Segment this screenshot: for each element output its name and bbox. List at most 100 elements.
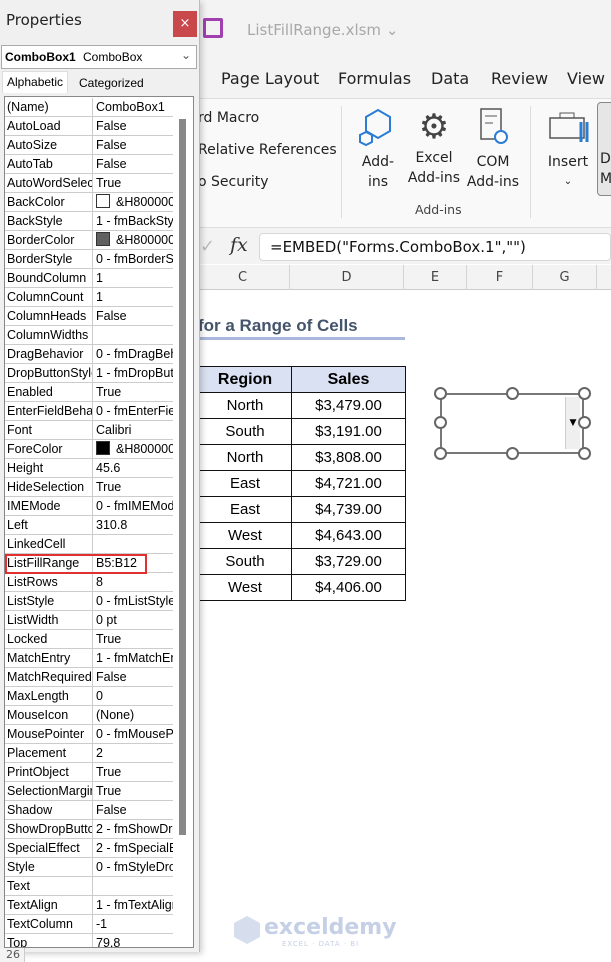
resize-handle[interactable] <box>434 416 447 429</box>
region-cell[interactable]: West <box>198 574 292 601</box>
property-value[interactable]: 1 - fmTextAlignLeft <box>94 896 173 915</box>
property-value[interactable]: &H80000008& <box>94 440 173 459</box>
property-row[interactable]: Height 45.6 <box>5 459 173 478</box>
insert-button[interactable]: Insert ⌄ <box>545 106 591 192</box>
property-row[interactable]: Style0 - fmStyleDropDownCombo <box>5 858 173 877</box>
property-value[interactable]: 1 <box>94 269 173 288</box>
property-row[interactable]: DropButtonStyle1 - fmDropButton <box>5 364 173 383</box>
property-row[interactable]: ListStyle0 - fmListStylePlain <box>5 592 173 611</box>
property-row[interactable]: ColumnWidths <box>5 326 173 345</box>
property-value[interactable]: True <box>94 174 173 193</box>
column-header-f[interactable]: F <box>467 265 533 290</box>
property-value[interactable] <box>94 877 173 896</box>
tab-review[interactable]: Review <box>491 69 548 88</box>
column-header-d[interactable]: D <box>290 265 404 290</box>
property-row[interactable]: BackColor&H80000005& <box>5 193 173 212</box>
property-value[interactable] <box>94 326 173 345</box>
property-row[interactable]: MatchEntry1 - fmMatchEntryComplete <box>5 649 173 668</box>
property-value[interactable]: -1 <box>94 915 173 934</box>
property-row[interactable]: ForeColor&H80000008& <box>5 440 173 459</box>
property-row[interactable]: LinkedCell <box>5 535 173 554</box>
region-cell[interactable]: South <box>198 548 292 575</box>
property-row[interactable]: BoundColumn 1 <box>5 269 173 288</box>
property-row[interactable]: Top 79.8 <box>5 934 173 947</box>
property-value[interactable]: 2 - fmShowDropButtonWhenAlways <box>94 820 173 839</box>
resize-handle[interactable] <box>434 387 447 400</box>
region-cell[interactable]: East <box>198 496 292 523</box>
property-value[interactable]: 8 <box>94 573 173 592</box>
property-value[interactable]: True <box>94 782 173 801</box>
property-value[interactable]: 0 <box>94 687 173 706</box>
object-selector[interactable]: ComboBox1 ComboBox ⌄ <box>1 45 197 69</box>
formula-input[interactable]: =EMBED("Forms.ComboBox.1","") <box>259 233 611 261</box>
property-value[interactable]: 0 - fmEnterField <box>94 402 173 421</box>
property-value[interactable]: (None) <box>94 706 173 725</box>
region-cell[interactable]: East <box>198 470 292 497</box>
property-row[interactable]: MaxLength 0 <box>5 687 173 706</box>
property-value[interactable]: 0 - fmStyleDropDownCombo <box>94 858 173 877</box>
property-value[interactable]: 1 - fmDropButton <box>94 364 173 383</box>
sales-cell[interactable]: $3,808.00 <box>291 444 406 471</box>
property-value[interactable]: 1 - fmBackStyleOpaque <box>94 212 173 231</box>
property-value[interactable]: 2 <box>94 744 173 763</box>
property-row[interactable]: ShowDropButtonWhen2 - fmShowDropButtonWh… <box>5 820 173 839</box>
fx-icon[interactable]: fx <box>230 234 248 256</box>
property-value[interactable]: True <box>94 763 173 782</box>
property-value[interactable]: 0 - fmMousePointerDefault <box>94 725 173 744</box>
property-value[interactable]: 310.8 <box>94 516 173 535</box>
sales-cell[interactable]: $3,479.00 <box>291 392 406 419</box>
tab-view[interactable]: View <box>567 69 605 88</box>
header-region[interactable]: Region <box>198 366 292 393</box>
property-row[interactable]: Locked True <box>5 630 173 649</box>
sales-cell[interactable]: $4,643.00 <box>291 522 406 549</box>
property-row[interactable]: Placement 2 <box>5 744 173 763</box>
macro-security-button[interactable]: o Security <box>198 174 269 190</box>
column-header-c[interactable]: C <box>196 265 290 290</box>
property-row[interactable]: ColumnCount 1 <box>5 288 173 307</box>
property-row[interactable]: ListRows 8 <box>5 573 173 592</box>
tab-categorized[interactable]: Categorized <box>75 73 148 95</box>
property-value[interactable]: False <box>94 307 173 326</box>
sales-cell[interactable]: $4,406.00 <box>291 574 406 601</box>
excel-addins-button[interactable]: ⚙ Excel Add-ins <box>406 106 462 188</box>
tab-data[interactable]: Data <box>431 69 469 88</box>
property-value[interactable]: 2 - fmSpecialEffectSunken <box>94 839 173 858</box>
property-row[interactable]: MatchRequired False <box>5 668 173 687</box>
close-button[interactable]: × <box>173 11 197 37</box>
property-value[interactable]: &H80000006& <box>94 231 173 250</box>
file-name[interactable]: ListFillRange.xlsm ⌄ <box>247 21 398 39</box>
property-row[interactable]: Enabled True <box>5 383 173 402</box>
property-row[interactable]: TextAlign1 - fmTextAlignLeft <box>5 896 173 915</box>
save-icon[interactable] <box>203 18 223 38</box>
property-row[interactable]: Font Calibri <box>5 421 173 440</box>
property-value[interactable]: 1 - fmMatchEntryComplete <box>94 649 173 668</box>
property-value[interactable]: False <box>94 155 173 174</box>
property-row[interactable]: Shadow False <box>5 801 173 820</box>
column-header-g[interactable]: G <box>533 265 597 290</box>
property-value[interactable]: False <box>94 117 173 136</box>
property-value[interactable]: False <box>94 801 173 820</box>
resize-handle[interactable] <box>578 387 591 400</box>
tab-page-layout[interactable]: Page Layout <box>221 69 319 88</box>
region-cell[interactable]: West <box>198 522 292 549</box>
property-row[interactable]: Left 310.8 <box>5 516 173 535</box>
property-value[interactable]: &H80000005& <box>94 193 173 212</box>
sales-cell[interactable]: $4,739.00 <box>291 496 406 523</box>
property-row[interactable]: DragBehavior0 - fmDragBehavior <box>5 345 173 364</box>
property-value[interactable]: True <box>94 630 173 649</box>
record-macro-button[interactable]: rd Macro <box>198 110 259 126</box>
property-value[interactable]: True <box>94 383 173 402</box>
property-row[interactable]: (Name) ComboBox1 <box>5 98 173 117</box>
property-row[interactable]: AutoLoad False <box>5 117 173 136</box>
property-value[interactable]: 0 - fmListStylePlain <box>94 592 173 611</box>
property-value[interactable]: 45.6 <box>94 459 173 478</box>
property-row[interactable]: MouseIcon (None) <box>5 706 173 725</box>
property-value[interactable] <box>94 535 173 554</box>
property-row[interactable]: SelectionMargin True <box>5 782 173 801</box>
property-row[interactable]: IMEMode0 - fmIMEModeNoControl <box>5 497 173 516</box>
property-value[interactable]: 0 - fmBorderStyleNone <box>94 250 173 269</box>
scrollbar[interactable] <box>179 119 186 835</box>
enter-check-icon[interactable]: ✓ <box>200 236 215 257</box>
property-row[interactable]: AutoSize False <box>5 136 173 155</box>
property-row[interactable]: SpecialEffect2 - fmSpecialEffectSunken <box>5 839 173 858</box>
